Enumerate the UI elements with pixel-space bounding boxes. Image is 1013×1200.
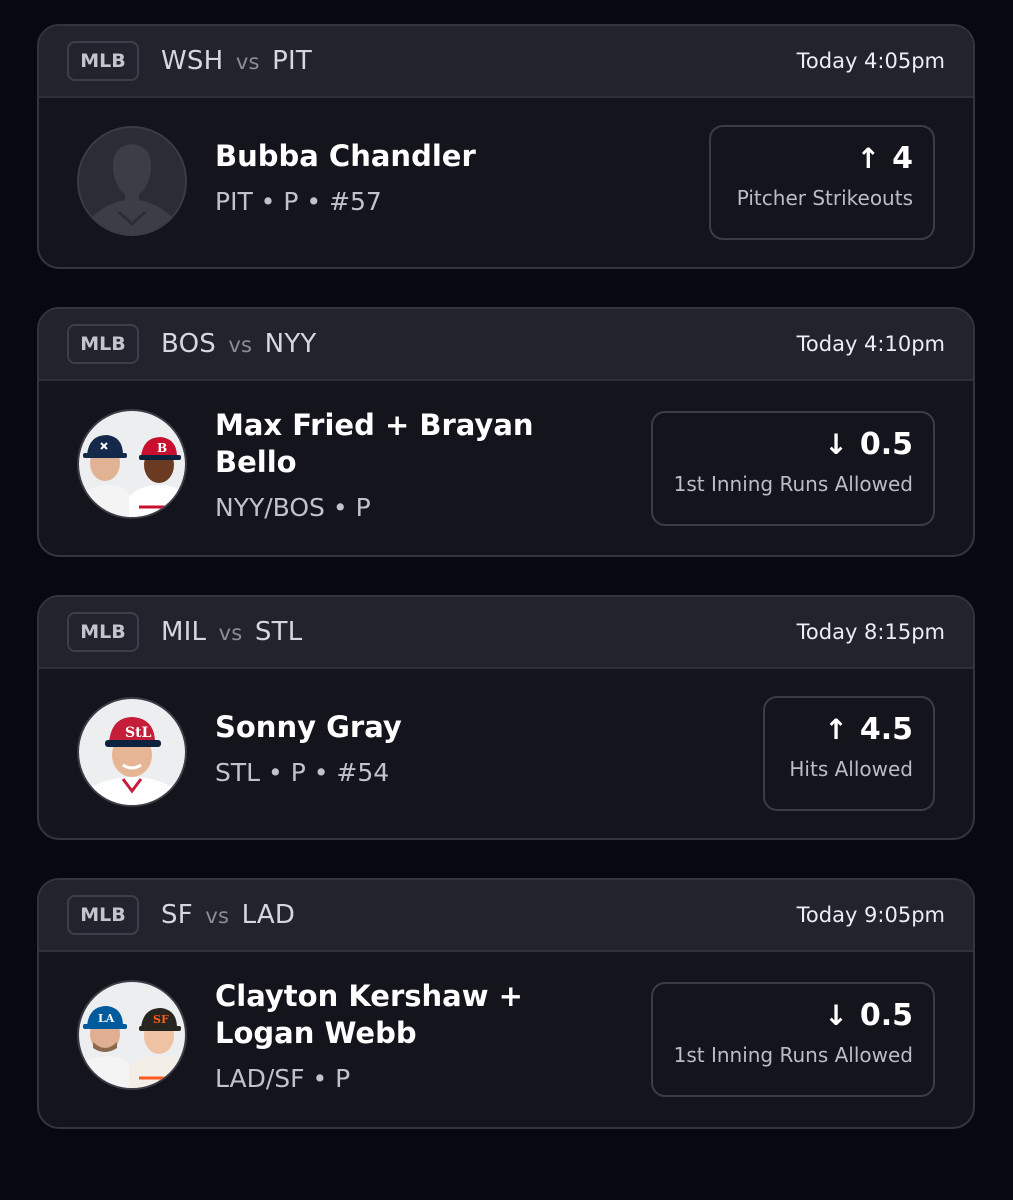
away-team: BOS [161, 329, 216, 359]
svg-text:StL: StL [125, 725, 152, 741]
pick-card[interactable]: MLB MIL vs STL Today 8:15pm StL Sonny Gr… [37, 595, 975, 840]
player-avatar: B [77, 409, 187, 519]
prop-line: ↑ 4.5 [785, 712, 913, 747]
league-badge: MLB [67, 612, 139, 652]
matchup: SF vs LAD [161, 900, 295, 930]
player-name: Sonny Gray [215, 710, 402, 744]
player-photos-icon: B [79, 411, 185, 517]
game-header: MLB MIL vs STL Today 8:15pm [39, 597, 973, 669]
card-body: StL Sonny Gray STL • P • #54 ↑ 4.5 Hits … [39, 669, 973, 838]
player-avatar: LA SF [77, 980, 187, 1090]
vs-label: vs [235, 50, 260, 74]
pick-list: MLB WSH vs PIT Today 4:05pm Bubba Chandl… [0, 0, 1013, 1200]
player-avatar: StL [77, 697, 187, 807]
game-time: Today 4:05pm [796, 49, 945, 73]
vs-label: vs [205, 904, 230, 928]
card-body: LA SF Clayton Kershaw + Logan Webb LAD/S… [39, 952, 973, 1127]
player-photos-icon: LA SF [79, 982, 185, 1088]
line-value: 4.5 [859, 712, 913, 747]
player-avatar [77, 126, 187, 236]
player-info: Sonny Gray STL • P • #54 [215, 709, 535, 787]
stat-label: Hits Allowed [789, 757, 913, 781]
arrow-down-icon: ↓ [824, 999, 848, 1032]
arrow-up-icon: ↑ [824, 713, 848, 746]
svg-text:LA: LA [98, 1012, 115, 1025]
stat-label: Pitcher Strikeouts [736, 186, 913, 210]
card-body: Bubba Chandler PIT • P • #57 ↑ 4 Pitcher… [39, 98, 973, 267]
league-badge: MLB [67, 324, 139, 364]
stat-label: 1st Inning Runs Allowed [673, 1043, 913, 1067]
prop-line-box[interactable]: ↑ 4.5 Hits Allowed [763, 696, 935, 811]
prop-line-box[interactable]: ↓ 0.5 1st Inning Runs Allowed [651, 411, 935, 526]
game-time: Today 9:05pm [796, 903, 945, 927]
away-team: WSH [161, 46, 224, 76]
prop-line-box[interactable]: ↓ 0.5 1st Inning Runs Allowed [651, 982, 935, 1097]
line-value: 0.5 [859, 427, 913, 462]
arrow-down-icon: ↓ [824, 428, 848, 461]
player-meta: STL • P • #54 [215, 758, 390, 787]
pick-card[interactable]: MLB BOS vs NYY Today 4:10pm B Max Fried … [37, 307, 975, 557]
game-header: MLB BOS vs NYY Today 4:10pm [39, 309, 973, 381]
matchup: BOS vs NYY [161, 329, 317, 359]
matchup: MIL vs STL [161, 617, 302, 647]
matchup: WSH vs PIT [161, 46, 312, 76]
pick-card[interactable]: MLB WSH vs PIT Today 4:05pm Bubba Chandl… [37, 24, 975, 269]
svg-text:SF: SF [153, 1013, 169, 1026]
league-badge: MLB [67, 41, 139, 81]
line-value: 0.5 [859, 998, 913, 1033]
away-team: MIL [161, 617, 207, 647]
prop-line: ↓ 0.5 [673, 998, 913, 1033]
player-meta: NYY/BOS • P [215, 493, 371, 522]
line-value: 4 [892, 141, 913, 176]
game-header: MLB SF vs LAD Today 9:05pm [39, 880, 973, 952]
home-team: NYY [264, 329, 317, 359]
player-meta: LAD/SF • P [215, 1064, 351, 1093]
player-info: Max Fried + Brayan Bello NYY/BOS • P [215, 407, 535, 522]
game-header: MLB WSH vs PIT Today 4:05pm [39, 26, 973, 98]
svg-text:B: B [157, 441, 167, 455]
player-info: Clayton Kershaw + Logan Webb LAD/SF • P [215, 978, 535, 1093]
home-team: STL [254, 617, 303, 647]
arrow-up-icon: ↑ [856, 142, 881, 175]
game-time: Today 4:10pm [796, 332, 945, 356]
prop-line: ↑ 4 [731, 141, 913, 176]
prop-line-box[interactable]: ↑ 4 Pitcher Strikeouts [709, 125, 935, 240]
home-team: PIT [272, 46, 312, 76]
home-team: LAD [241, 900, 296, 930]
player-photo-icon: StL [79, 699, 185, 805]
card-body: B Max Fried + Brayan Bello NYY/BOS • P ↓… [39, 381, 973, 555]
player-meta: PIT • P • #57 [215, 187, 382, 216]
player-name: Max Fried + Brayan Bello [215, 408, 534, 479]
prop-line: ↓ 0.5 [673, 427, 913, 462]
stat-label: 1st Inning Runs Allowed [673, 472, 913, 496]
game-time: Today 8:15pm [796, 620, 945, 644]
player-name: Bubba Chandler [215, 139, 476, 173]
silhouette-icon [79, 128, 185, 234]
vs-label: vs [218, 621, 243, 645]
player-info: Bubba Chandler PIT • P • #57 [215, 138, 535, 216]
pick-card[interactable]: MLB SF vs LAD Today 9:05pm LA SF Clayton… [37, 878, 975, 1129]
vs-label: vs [228, 333, 253, 357]
player-name: Clayton Kershaw + Logan Webb [215, 979, 523, 1050]
league-badge: MLB [67, 895, 139, 935]
away-team: SF [161, 900, 193, 930]
